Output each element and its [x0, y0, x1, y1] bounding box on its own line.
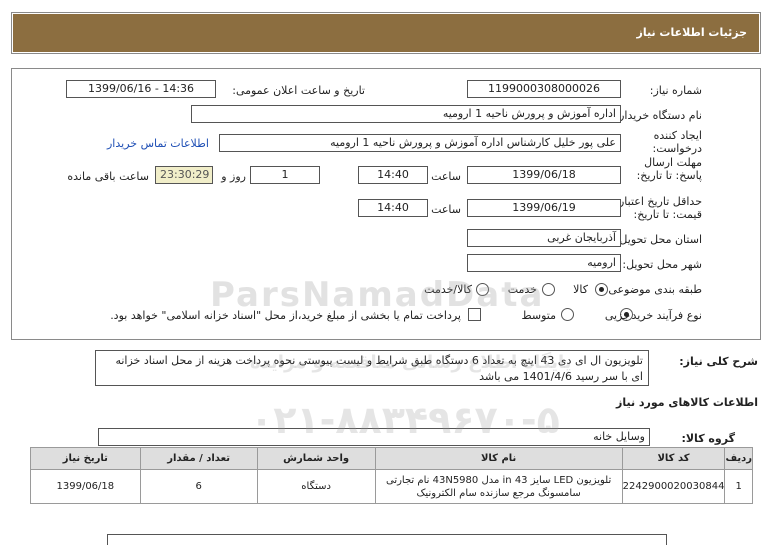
row-unit: دستگاه — [256, 469, 376, 504]
col-date: تاریخ نیاز — [30, 447, 141, 470]
need-number-label: شماره نیاز: — [649, 84, 702, 97]
notes-box — [107, 534, 667, 545]
announce-field: 1399/06/16 - 14:36 — [66, 80, 216, 98]
category-label: طبقه بندی موضوعی: — [604, 283, 702, 296]
validity-label: حداقل تاریخ اعتبار قیمت: تا تاریخ: — [618, 195, 702, 221]
remaining-time-field: 23:30:29 — [155, 166, 213, 184]
goods-section-title: اطلاعات کالاهای مورد نیاز — [616, 396, 758, 409]
row-code: 2242900020030844 — [621, 469, 726, 504]
row-qty: 6 — [139, 469, 258, 504]
deadline-date-field[interactable]: 1399/06/18 — [467, 166, 621, 184]
category-goods-radio[interactable] — [595, 283, 608, 296]
province-field: آذربایجان غربی — [467, 229, 621, 247]
goods-table-header: ردیف کد کالا نام کالا واحد شمارش تعداد /… — [30, 447, 753, 470]
announce-label: تاریخ و ساعت اعلان عمومی: — [232, 84, 365, 97]
city-field: ارومیه — [467, 254, 621, 272]
validity-time-field[interactable]: 14:40 — [358, 199, 428, 217]
province-label: استان محل تحویل: — [615, 233, 702, 246]
creator-field: علی پور خلیل کارشناس اداره آموزش و پرورش… — [219, 134, 621, 152]
col-unit: واحد شمارش — [256, 447, 376, 470]
row-name: تلویزیون LED سایز 43 in مدل 43N5980 نام … — [374, 469, 623, 504]
watermark-brand: ParsNamadData — [210, 275, 545, 315]
table-row: 1 2242900020030844 تلویزیون LED سایز 43 … — [30, 469, 753, 504]
page-title: جزئیات اطلاعات نیاز — [636, 26, 748, 39]
col-code: کد کالا — [621, 447, 726, 470]
process-minor-label: جزیی — [604, 309, 630, 322]
deadline-time-label: ساعت — [431, 170, 461, 183]
remaining-label: ساعت باقی مانده — [67, 170, 149, 183]
buyer-contact-link[interactable]: اطلاعات تماس خریدار — [107, 137, 209, 150]
validity-time-label: ساعت — [431, 203, 461, 216]
row-index: 1 — [724, 469, 753, 504]
header-bar: جزئیات اطلاعات نیاز — [13, 14, 759, 52]
page-header: جزئیات اطلاعات نیاز — [11, 12, 761, 54]
category-goods-label: کالا — [573, 283, 588, 296]
remaining-days-field: 1 — [250, 166, 320, 184]
col-name: نام کالا — [374, 447, 623, 470]
process-medium-radio[interactable] — [561, 308, 574, 321]
goods-table: ردیف کد کالا نام کالا واحد شمارش تعداد /… — [30, 447, 753, 504]
buyer-org-field: اداره آموزش و پرورش ناحیه 1 ارومیه — [191, 105, 621, 123]
deadline-time-field[interactable]: 14:40 — [358, 166, 428, 184]
col-index: ردیف — [724, 447, 753, 470]
goods-group-label: گروه کالا: — [681, 432, 735, 445]
watermark-phone: ۰۲۱-۸۸۳۴۹۶۷۰-۵ — [250, 398, 560, 442]
watermark-subtitle: پایگاه اطلاع رسانی مناقصه و مزایده — [250, 352, 572, 373]
row-date: 1399/06/18 — [30, 469, 141, 504]
deadline-label: مهلت ارسال پاسخ: تا تاریخ: — [636, 156, 702, 182]
need-number-field: 1199000308000026 — [467, 80, 621, 98]
day-and-label: روز و — [221, 170, 246, 183]
col-qty: تعداد / مقدار — [139, 447, 258, 470]
process-label: نوع فرآیند خرید : — [624, 309, 702, 322]
buyer-org-label: نام دستگاه خریدار: — [615, 109, 702, 122]
city-label: شهر محل تحویل: — [622, 258, 702, 271]
validity-date-field[interactable]: 1399/06/19 — [467, 199, 621, 217]
creator-label: ایجاد کننده درخواست: — [652, 129, 702, 155]
description-label: شرح کلی نیاز: — [679, 355, 758, 368]
